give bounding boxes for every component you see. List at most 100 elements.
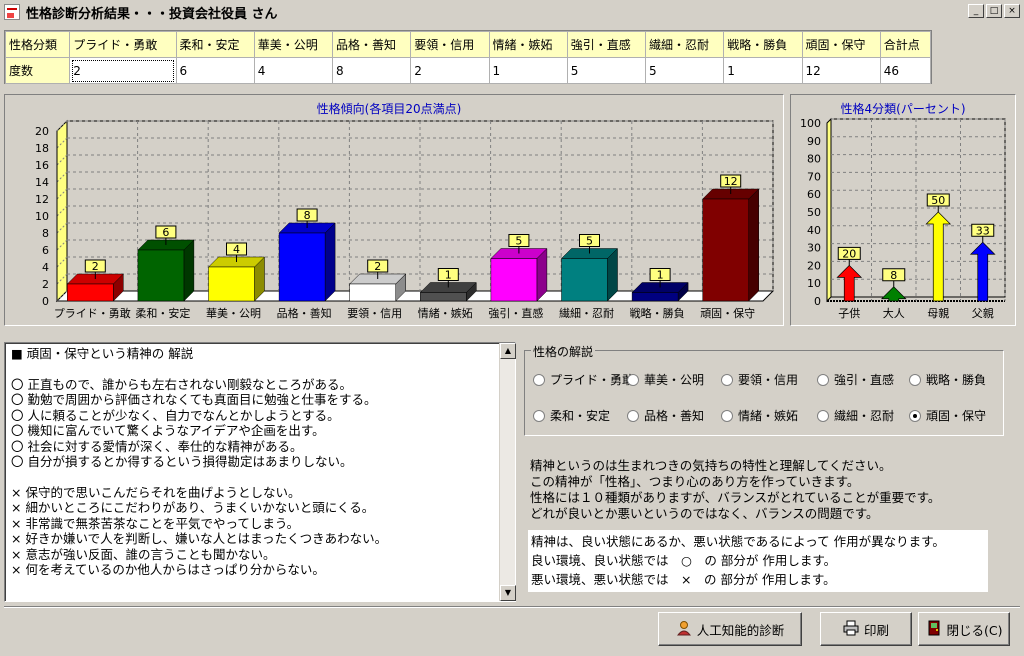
close-button[interactable]: 閉じる(C) xyxy=(918,612,1010,646)
table-header-cell: 合計点 xyxy=(879,31,932,58)
bar xyxy=(67,283,114,302)
radio-button-icon[interactable] xyxy=(533,373,545,386)
radio-option[interactable]: 頑固・保守 xyxy=(909,407,986,424)
radio-option[interactable]: 情緒・嫉妬 xyxy=(721,407,798,424)
data-label: 2 xyxy=(374,260,381,273)
vertical-scrollbar[interactable]: ▲ ▼ xyxy=(499,343,516,601)
data-label: 12 xyxy=(724,175,738,188)
radio-button-icon[interactable] xyxy=(627,409,639,422)
table-header-cell: 戦略・勝負 xyxy=(723,31,803,58)
title-bar: 性格診断分析結果・・・投資会社役員 さん _ □ × xyxy=(0,0,1024,24)
data-label: 50 xyxy=(931,194,945,207)
note-line: この精神が「性格」、つまり心のあり方を作っていきます。 xyxy=(530,474,860,489)
radio-option[interactable]: 柔和・安定 xyxy=(533,407,610,424)
y-tick-label: 0 xyxy=(814,295,821,308)
x-tick-label: 戦略・勝負 xyxy=(630,306,685,320)
scroll-down-icon[interactable]: ▼ xyxy=(500,585,516,601)
y-tick-label: 0 xyxy=(42,295,49,308)
table-cell[interactable]: 5 xyxy=(644,57,725,84)
table-cell[interactable]: 2 xyxy=(410,57,490,84)
radio-label: 柔和・安定 xyxy=(550,409,611,423)
table-header-cell: 強引・直感 xyxy=(566,31,647,58)
bar xyxy=(420,292,467,302)
x-tick-label: 子供 xyxy=(838,306,860,320)
print-button[interactable]: 印刷 xyxy=(820,612,912,646)
table-cell[interactable]: 2 xyxy=(69,57,177,84)
quadrant-chart-panel: 性格4分類(パーセント) 0 10 20 30 40 50 60 70 80 90 100 20 子供 8 大… xyxy=(790,94,1016,326)
explanation-textbox[interactable]: ■ 頑固・保守という精神の 解説 〇 正直もので、誰からも左右されない剛毅なとこ… xyxy=(4,342,516,602)
x-tick-label: 父親 xyxy=(972,307,994,320)
table-cell[interactable]: 12 xyxy=(801,57,881,84)
y-tick-label: 18 xyxy=(35,142,49,155)
maximize-button[interactable]: □ xyxy=(986,4,1002,18)
good-line: 〇 自分が損するとか得するという損得勘定はあまりしない。 xyxy=(11,454,353,469)
x-tick-label: 繊細・忍耐 xyxy=(559,307,614,320)
x-tick-label: 柔和・安定 xyxy=(135,306,190,320)
x-tick-label: 品格・善知 xyxy=(277,306,332,320)
table-cell[interactable]: 4 xyxy=(253,57,334,84)
radio-button-icon[interactable] xyxy=(533,409,545,422)
state-note-line: 悪い環境、悪い状態では × の 部分が 作用します。 xyxy=(531,572,836,587)
good-line: 〇 人に頼ることが少なく、自力でなんとかしようとする。 xyxy=(11,407,340,423)
minimize-button[interactable]: _ xyxy=(968,4,984,18)
good-line: 〇 勤勉で周囲から評価されなくても真面目に勉強と仕事をする。 xyxy=(11,392,377,407)
data-label: 8 xyxy=(890,269,897,282)
radio-group-legend: 性格の解説 xyxy=(531,343,596,360)
x-tick-label: 情緒・嫉妬 xyxy=(418,306,473,320)
table-row: 度数 2 6 4 8 2 1 5 5 1 12 46 xyxy=(4,57,932,84)
table-header-cell: 情緒・嫉妬 xyxy=(488,31,568,58)
door-exit-icon xyxy=(926,620,942,639)
score-table[interactable]: 性格分類 プライド・勇敢 柔和・安定 華美・公明 品格・善知 要領・信用 情緒・… xyxy=(4,30,932,84)
y-tick-label: 30 xyxy=(807,242,821,255)
x-tick-label: 要領・信用 xyxy=(347,306,402,320)
radio-label: 要領・信用 xyxy=(738,373,799,387)
table-cell[interactable]: 1 xyxy=(488,57,568,84)
y-tick-label: 6 xyxy=(42,244,49,257)
ai-diagnosis-label: 人工知能的診断 xyxy=(696,622,785,638)
bar-side xyxy=(748,188,759,302)
table-cell[interactable]: 46 xyxy=(879,57,932,84)
radio-option[interactable]: プライド・勇敢 xyxy=(533,371,634,388)
radio-button-icon[interactable] xyxy=(909,409,921,422)
radio-option[interactable]: 品格・善知 xyxy=(627,407,704,424)
personality-radio-group: 性格の解説 プライド・勇敢 華美・公明 要領・信用 強引・直感 戦略・勝負柔和・安定 品格… xyxy=(524,343,1004,436)
radio-option[interactable]: 要領・信用 xyxy=(721,371,798,388)
bar xyxy=(349,283,396,302)
bar xyxy=(278,232,326,302)
bad-line: × 何を考えているのか他人からはさっぱり分からない。 xyxy=(11,562,325,577)
data-label: 33 xyxy=(976,224,990,237)
ai-diagnosis-button[interactable]: 人工知能的診断 xyxy=(658,612,802,646)
close-window-button[interactable]: × xyxy=(1004,4,1020,18)
radio-button-icon[interactable] xyxy=(817,409,829,422)
state-note-line: 良い環境、良い状態では ○ の 部分が 作用します。 xyxy=(531,553,837,568)
y-tick-label: 14 xyxy=(35,176,49,189)
radio-option[interactable]: 華美・公明 xyxy=(627,371,704,388)
data-label: 5 xyxy=(515,235,522,248)
tendency-chart-panel: 性格傾向(各項目20点満点) 0 2 4 6 8 10 12 14 16 18 20 2 プライド・勇敢 6… xyxy=(4,94,784,326)
y-tick-label: 100 xyxy=(800,117,821,130)
bad-line: × 非常識で無茶苦茶なことを平気でやってしまう。 xyxy=(11,515,300,531)
radio-button-icon[interactable] xyxy=(909,373,921,386)
app-icon xyxy=(4,4,20,20)
radio-button-icon[interactable] xyxy=(627,373,639,386)
y-tick-label: 16 xyxy=(35,159,49,172)
table-cell[interactable]: 1 xyxy=(723,57,803,84)
radio-button-icon[interactable] xyxy=(721,373,733,386)
printer-icon xyxy=(843,620,859,639)
radio-option[interactable]: 強引・直感 xyxy=(817,371,894,388)
table-cell[interactable]: 6 xyxy=(175,57,255,84)
bad-line: × 細かいところにこだわりがあり、うまくいかないと頭にくる。 xyxy=(11,500,375,515)
table-header-cell: 柔和・安定 xyxy=(175,31,255,58)
table-cell[interactable]: 8 xyxy=(331,57,412,84)
y-tick-label: 8 xyxy=(42,227,49,240)
table-cell[interactable]: 5 xyxy=(566,57,647,84)
y-tick-label: 10 xyxy=(35,210,49,223)
table-header-cell: プライド・勇敢 xyxy=(69,31,177,58)
radio-button-icon[interactable] xyxy=(817,373,829,386)
radio-label: 強引・直感 xyxy=(834,373,895,387)
state-notes-box: 精神は、良い状態にあるか、悪い状態であるによって 作用が異なります。 良い環境、… xyxy=(528,530,988,592)
radio-button-icon[interactable] xyxy=(721,409,733,422)
radio-option[interactable]: 戦略・勝負 xyxy=(909,371,986,388)
scroll-up-icon[interactable]: ▲ xyxy=(500,343,516,359)
radio-option[interactable]: 繊細・忍耐 xyxy=(817,407,894,424)
